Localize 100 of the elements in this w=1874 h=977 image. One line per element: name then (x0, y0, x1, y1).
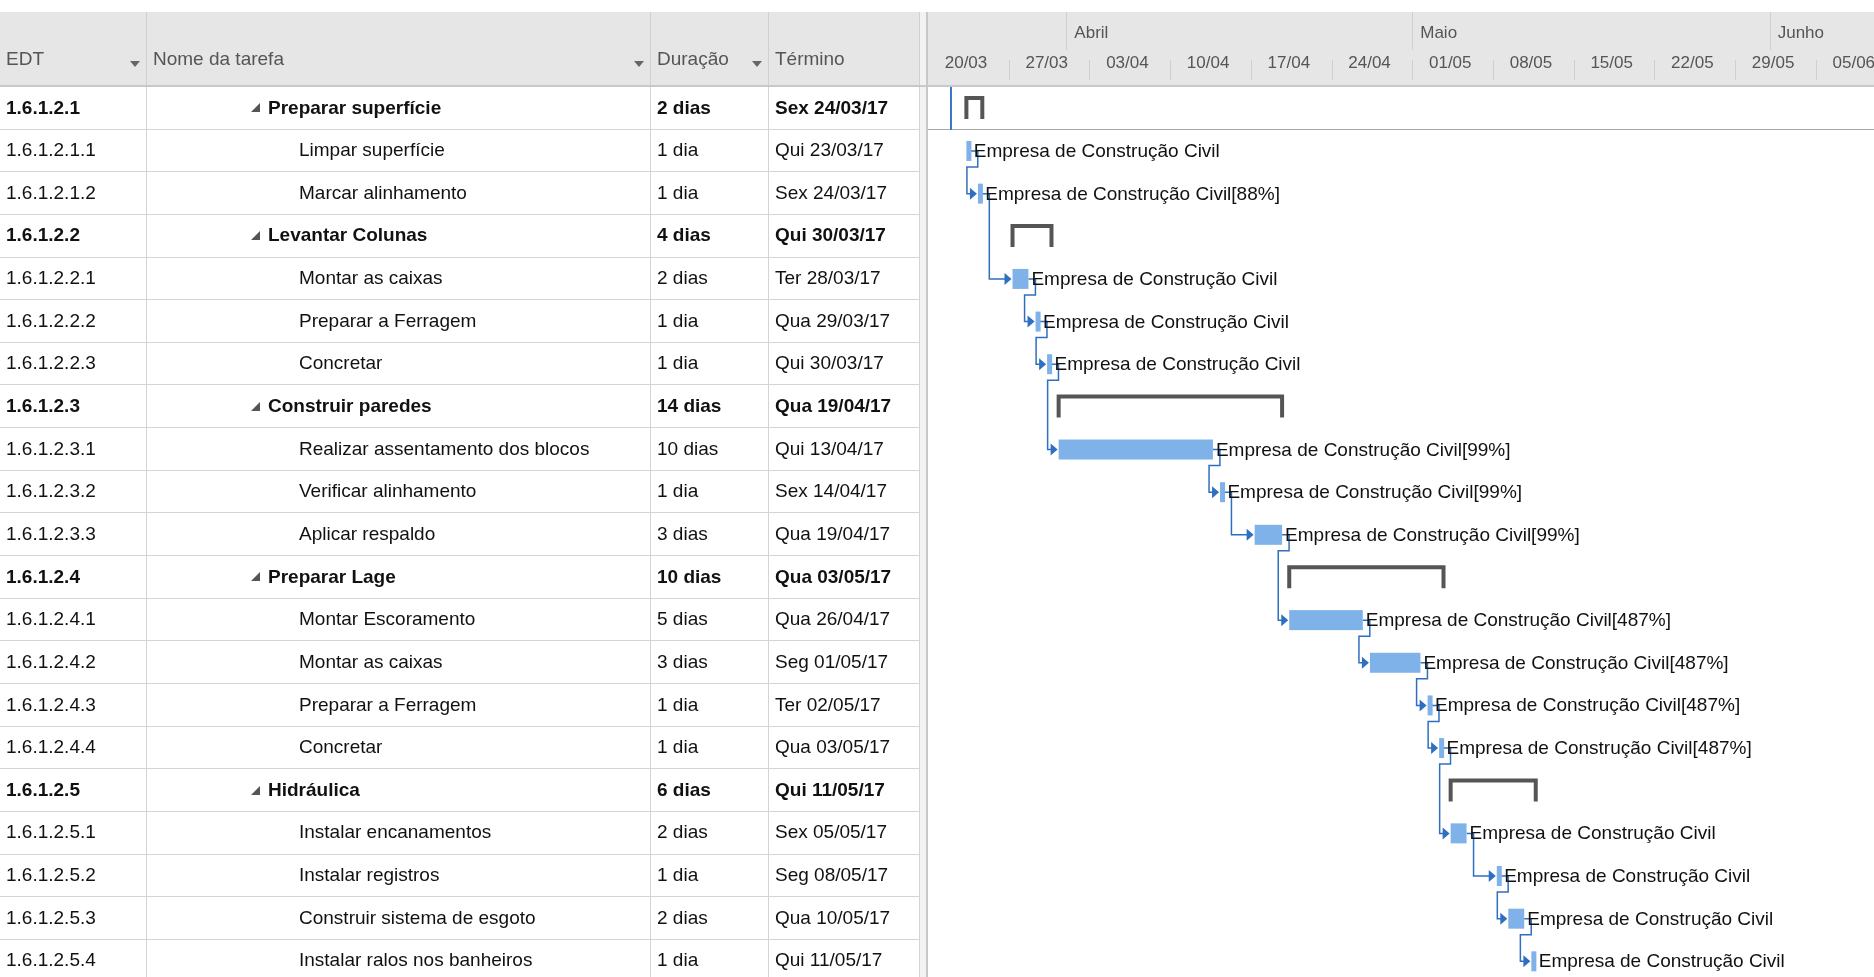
task-bar (1369, 652, 1421, 673)
duration-cell: 1 dia (651, 854, 769, 898)
resource-label: Empresa de Construção Civil (1469, 823, 1716, 843)
week-label: 17/04 (1266, 52, 1312, 74)
resource-label: Empresa de Construção Civil[99%] (1227, 482, 1523, 502)
wbs-cell: 1.6.1.2.4.2 (0, 641, 147, 684)
wbs-cell: 1.6.1.2.1.1 (0, 129, 147, 173)
resource-label: Empresa de Construção Civil (1504, 866, 1751, 885)
week-label: 01/05 (1427, 52, 1473, 74)
duration-cell: 4 dias (651, 214, 769, 258)
task-name: Construir paredes (268, 394, 432, 419)
wbs-cell: 1.6.1.2.4.1 (0, 598, 147, 642)
wbs-cell: 1.6.1.2.3.3 (0, 513, 147, 557)
task-name: Montar Escoramento (298, 607, 476, 632)
summary-bar (1010, 223, 1054, 247)
resource-label: Empresa de Construção Civil[487%] (1446, 738, 1752, 758)
task-name: Concretar (298, 735, 383, 760)
wbs-cell: 1.6.1.2.2 (0, 214, 147, 258)
resource-label: Empresa de Construção Civil (1031, 268, 1278, 288)
duration-cell: 1 dia (651, 300, 769, 343)
dropdown-arrow-icon[interactable] (130, 61, 140, 67)
column-header[interactable]: EDT (6, 44, 44, 73)
task-bar (1035, 311, 1041, 332)
task-name: Preparar a Ferragem (298, 692, 477, 717)
task-bar (1531, 951, 1537, 972)
week-label: 22/05 (1670, 52, 1715, 74)
project-start-line (950, 87, 952, 130)
duration-cell: 1 dia (651, 726, 769, 770)
resource-label: Empresa de Construção Civil[99%] (1285, 524, 1580, 544)
week-label: 10/04 (1185, 52, 1231, 74)
task-name: Montar as caixas (298, 649, 443, 674)
resource-label: Empresa de Construção Civil[487%] (1423, 652, 1729, 672)
task-bar (1427, 695, 1433, 716)
task-bar (1439, 738, 1445, 759)
week-label: 08/05 (1508, 52, 1554, 74)
column-header[interactable]: Nome da tarefa (153, 44, 284, 73)
wbs-cell: 1.6.1.2.4.3 (0, 683, 147, 727)
month-label: Maio (1420, 22, 1458, 44)
month-label: Junho (1777, 22, 1824, 44)
wbs-cell: 1.6.1.2.5.4 (0, 939, 147, 977)
duration-cell: 10 dias (651, 556, 769, 599)
duration-cell: 10 dias (651, 428, 769, 471)
task-name: Preparar a Ferragem (298, 308, 477, 333)
wbs-cell: 1.6.1.2.2.1 (0, 257, 147, 301)
task-name: Instalar encanamentos (298, 820, 492, 845)
wbs-cell: 1.6.1.2.4 (0, 556, 147, 599)
duration-cell: 1 dia (651, 939, 769, 977)
column-header[interactable]: Duração (657, 44, 729, 73)
collapse-triangle-icon[interactable] (251, 103, 260, 113)
wbs-cell: 1.6.1.2.2.3 (0, 342, 147, 386)
duration-cell: 6 dias (651, 769, 769, 812)
week-label: 27/03 (1024, 52, 1069, 74)
task-bar (1047, 354, 1053, 375)
task-name: Instalar ralos nos banheiros (298, 948, 533, 973)
wbs-cell: 1.6.1.2.3.2 (0, 470, 147, 514)
resource-label: Empresa de Construção Civil (1527, 908, 1774, 928)
task-name: Concretar (298, 351, 383, 376)
resource-label: Empresa de Construção Civil[487%] (1434, 695, 1741, 715)
wbs-cell: 1.6.1.2.5.1 (0, 811, 147, 855)
resource-label: Empresa de Construção Civil[88%] (985, 183, 1280, 203)
duration-cell: 1 dia (651, 683, 769, 727)
task-name: Realizar assentamento dos blocos (298, 436, 590, 461)
resource-label: Empresa de Construção Civil[487%] (1365, 610, 1671, 630)
wbs-cell: 1.6.1.2.5 (0, 769, 147, 812)
task-name: Limpar superfície (298, 138, 445, 163)
week-label: 15/05 (1589, 52, 1634, 74)
column-header[interactable]: Término (775, 44, 845, 73)
summary-bar (964, 96, 985, 119)
task-bar (1508, 908, 1525, 929)
collapse-triangle-icon[interactable] (251, 572, 260, 582)
task-name: Verificar alinhamento (298, 479, 477, 504)
collapse-triangle-icon[interactable] (251, 785, 260, 795)
task-name: Hidráulica (268, 777, 360, 802)
duration-cell: 14 dias (651, 385, 769, 429)
duration-cell: 1 dia (651, 470, 769, 514)
wbs-cell: 1.6.1.2.5.2 (0, 854, 147, 898)
duration-cell: 3 dias (651, 513, 769, 557)
wbs-cell: 1.6.1.2.1 (0, 87, 147, 130)
duration-cell: 2 dias (651, 87, 769, 130)
task-bar (1496, 866, 1502, 887)
dropdown-arrow-icon[interactable] (752, 61, 762, 67)
task-bar (1450, 823, 1467, 844)
task-name: Preparar Lage (268, 564, 396, 589)
resource-label: Empresa de Construção Civil (1538, 951, 1785, 971)
duration-cell: 2 dias (651, 897, 769, 940)
resource-label: Empresa de Construção Civil (1054, 354, 1301, 374)
task-name: Levantar Colunas (268, 223, 428, 248)
collapse-triangle-icon[interactable] (251, 231, 260, 241)
task-bar (1012, 268, 1029, 289)
week-label: 29/05 (1750, 52, 1796, 74)
dropdown-arrow-icon[interactable] (634, 61, 644, 67)
collapse-triangle-icon[interactable] (251, 401, 260, 411)
month-label: Abril (1074, 22, 1109, 44)
wbs-cell: 1.6.1.2.4.4 (0, 726, 147, 770)
week-label: 20/03 (943, 52, 989, 74)
task-name: Preparar superfície (268, 95, 442, 120)
task-bar (1220, 482, 1226, 503)
resource-label: Empresa de Construção Civil (1042, 311, 1289, 331)
resource-label: Empresa de Construção Civil (973, 140, 1220, 160)
week-label: 24/04 (1347, 52, 1392, 74)
